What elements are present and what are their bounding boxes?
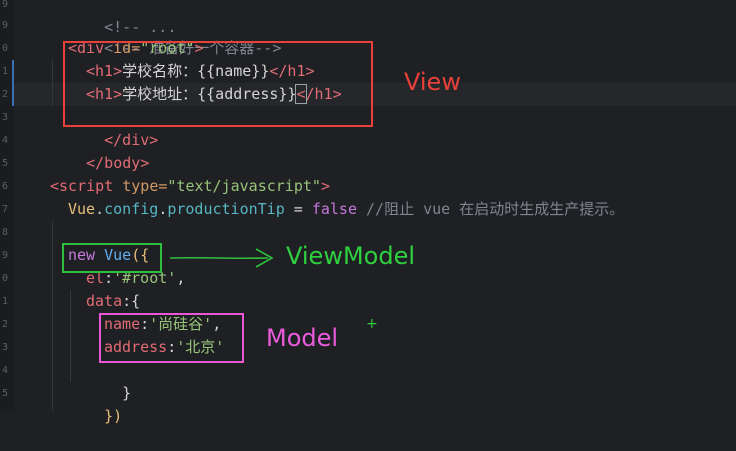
line-number: 3: [2, 342, 9, 353]
model-label: Model: [266, 324, 339, 352]
line-number: 0: [2, 273, 9, 284]
viewmodel-label: ViewModel: [286, 242, 416, 270]
punctuation: ,: [176, 269, 186, 287]
line-number: 7: [2, 204, 9, 215]
line-number: 6: [2, 181, 9, 192]
punctuation: }): [104, 407, 123, 425]
arrow-icon: [169, 248, 274, 268]
line-number-gutter: 9 9 0 1 2 3 4 5 6 7 8 9 0 1 2 3 4 5: [0, 0, 14, 411]
punctuation: .: [95, 200, 105, 218]
view-highlight-box: [63, 41, 373, 127]
modified-line-marker: [12, 60, 14, 83]
html-attribute: type=: [113, 177, 168, 195]
code-line[interactable]: Vue.config.productionTip = false //阻止 vu…: [68, 198, 624, 221]
identifier: Vue: [68, 200, 96, 218]
operator: =: [284, 200, 312, 218]
html-tag: >: [320, 177, 330, 195]
viewmodel-highlight-box: [62, 243, 162, 273]
code-line[interactable]: data:{: [86, 290, 140, 313]
line-number: 5: [2, 388, 9, 399]
indent-guide: [70, 290, 71, 382]
html-tag: <script: [50, 177, 114, 195]
line-number: 3: [2, 112, 9, 123]
line-number: 2: [2, 89, 9, 100]
comment: //阻止 vue 在启动时生成生产提示。: [357, 200, 625, 218]
line-number: 9: [2, 20, 9, 31]
string-literal: "text/javascript": [167, 177, 321, 195]
line-number: 9: [2, 250, 9, 261]
property: productionTip: [167, 200, 285, 218]
line-number: 2: [2, 319, 9, 330]
line-number: 4: [2, 135, 9, 146]
indent-guide: [52, 60, 53, 106]
code-line[interactable]: }): [68, 382, 122, 425]
code-line[interactable]: <script type="text/javascript">: [50, 175, 330, 198]
property: config: [104, 200, 159, 218]
code-editor[interactable]: 9 9 0 1 2 3 4 5 6 7 8 9 0 1 2 3 4 5 <!--…: [0, 0, 736, 425]
line-number: 1: [2, 296, 9, 307]
property: data: [86, 292, 123, 310]
indent-guide: [52, 221, 53, 411]
line-number: 0: [2, 43, 9, 54]
line-number: 8: [2, 227, 9, 238]
model-highlight-box: [99, 313, 244, 363]
code-line[interactable]: </body>: [50, 129, 149, 172]
plus-icon: +: [366, 316, 378, 332]
punctuation: .: [158, 200, 168, 218]
punctuation: :{: [122, 292, 141, 310]
line-number: 5: [2, 158, 9, 169]
punctuation: }: [122, 384, 132, 402]
view-label: View: [404, 68, 461, 96]
keyword: false: [311, 200, 357, 218]
code-line[interactable]: <!-- 准备好一个容器-->: [68, 14, 281, 57]
line-number: 1: [2, 66, 9, 77]
line-number: 4: [2, 365, 9, 376]
html-tag: </body>: [86, 154, 150, 172]
